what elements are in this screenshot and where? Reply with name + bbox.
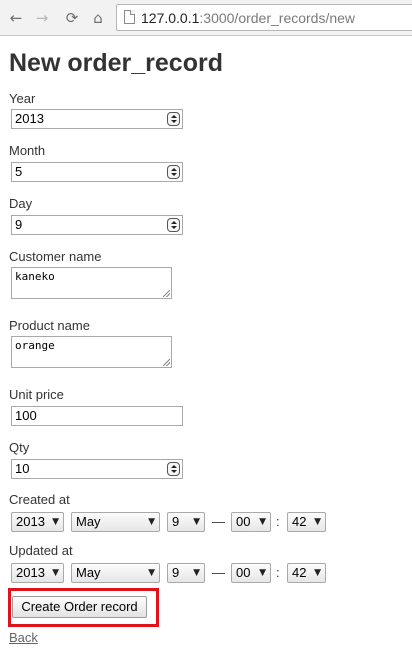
reload-icon[interactable]: ⟳ [62, 8, 82, 28]
home-icon[interactable]: ⌂ [88, 8, 108, 28]
dropdown-arrow-icon: ▼ [193, 517, 200, 527]
created-at-label: Created at [9, 492, 70, 507]
year-value: 2013 [15, 111, 44, 126]
resize-grip-icon[interactable] [163, 290, 170, 297]
dropdown-arrow-icon: ▼ [52, 517, 59, 527]
product-name-value: orange [15, 339, 55, 352]
created-at-hour-select[interactable]: 00 ▼ [231, 512, 271, 532]
updated-at-day-select[interactable]: 9 ▼ [167, 563, 205, 583]
page-title: New order_record [9, 49, 223, 77]
time-separator: : [276, 514, 280, 529]
arrow-left-icon[interactable]: ← [6, 8, 26, 28]
dropdown-arrow-icon: ▼ [314, 568, 321, 578]
dropdown-arrow-icon: ▼ [259, 568, 266, 578]
day-value: 9 [15, 217, 23, 232]
created-at-day-select[interactable]: 9 ▼ [167, 512, 205, 532]
customer-name-input[interactable]: kaneko [11, 267, 172, 299]
dropdown-arrow-icon: ▼ [52, 568, 59, 578]
address-bar[interactable]: 127.0.0.1:3000/order_records/new [116, 4, 412, 31]
product-name-input[interactable]: orange [11, 336, 172, 368]
year-input[interactable]: 2013 [11, 109, 183, 129]
created-at-month-select[interactable]: May ▼ [71, 512, 160, 532]
created-at-minute-select[interactable]: 42 ▼ [287, 512, 326, 532]
spinner-icon[interactable] [167, 112, 180, 126]
spinner-icon[interactable] [167, 218, 180, 232]
day-input[interactable]: 9 [11, 215, 183, 235]
month-label: Month [9, 143, 46, 158]
date-time-separator: — [212, 514, 225, 529]
dropdown-arrow-icon: ▼ [314, 517, 321, 527]
resize-grip-icon[interactable] [163, 359, 170, 366]
dropdown-arrow-icon: ▼ [148, 517, 155, 527]
day-label: Day [9, 196, 33, 211]
dropdown-arrow-icon: ▼ [259, 517, 266, 527]
create-order-record-button[interactable]: Create Order record [12, 596, 147, 618]
unit-price-value: 100 [15, 408, 37, 423]
qty-value: 10 [15, 461, 30, 476]
qty-input[interactable]: 10 [11, 459, 183, 479]
updated-at-year-select[interactable]: 2013 ▼ [11, 563, 64, 583]
product-name-label: Product name [9, 318, 90, 333]
unit-price-input[interactable]: 100 [11, 406, 183, 426]
year-label: Year [9, 91, 36, 106]
customer-name-label: Customer name [9, 249, 102, 264]
created-at-year-select[interactable]: 2013 ▼ [11, 512, 64, 532]
updated-at-hour-select[interactable]: 00 ▼ [231, 563, 271, 583]
qty-label: Qty [9, 440, 30, 455]
address-url[interactable]: 127.0.0.1:3000/order_records/new [141, 10, 355, 26]
customer-name-value: kaneko [15, 270, 55, 283]
browser-toolbar: ← → ⟳ ⌂ 127.0.0.1:3000/order_records/new [0, 0, 412, 36]
updated-at-minute-select[interactable]: 42 ▼ [287, 563, 326, 583]
arrow-right-icon[interactable]: → [32, 8, 52, 28]
date-time-separator: — [212, 565, 225, 580]
dropdown-arrow-icon: ▼ [193, 568, 200, 578]
updated-at-month-select[interactable]: May ▼ [71, 563, 160, 583]
unit-price-label: Unit price [9, 387, 64, 402]
time-separator: : [276, 565, 280, 580]
back-link[interactable]: Back [9, 630, 38, 646]
month-value: 5 [15, 164, 23, 179]
dropdown-arrow-icon: ▼ [148, 568, 155, 578]
updated-at-label: Updated at [9, 543, 73, 558]
spinner-icon[interactable] [167, 165, 180, 179]
spinner-icon[interactable] [167, 462, 180, 476]
month-input[interactable]: 5 [11, 162, 183, 182]
page-icon [124, 10, 135, 24]
